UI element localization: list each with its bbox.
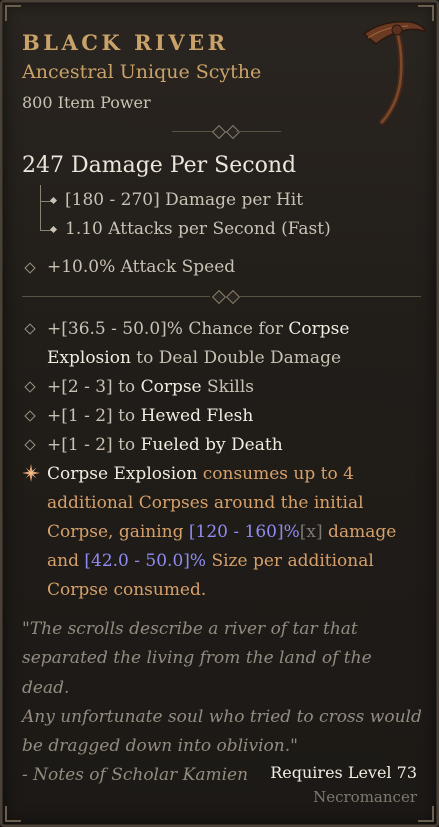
section-divider — [22, 124, 421, 140]
stat-tree-line — [40, 185, 41, 231]
section-divider — [22, 289, 421, 305]
item-tooltip: BLACK RIVER Ancestral Unique Scythe 800 … — [0, 0, 439, 827]
flavor-line: "The scrolls describe a river of tar tha… — [22, 619, 358, 639]
affix-bullet-icon — [24, 262, 36, 274]
unique-power-line: Corpse Explosion consumes up to 4 — [47, 464, 354, 484]
affix-bullet-icon — [24, 323, 36, 335]
affix-bullet-icon — [24, 381, 36, 393]
damage-per-hit: [180 - 270] Damage per Hit — [65, 190, 304, 210]
corner-ornament — [5, 806, 21, 822]
unique-power-line: Corpse, gaining [120 - 160]%[x] damage — [47, 522, 397, 542]
stat-tree-dot — [49, 196, 58, 205]
attacks-per-second: 1.10 Attacks per Second (Fast) — [65, 219, 331, 239]
item-name: BLACK RIVER — [22, 30, 229, 55]
damage-per-second: 247 Damage Per Second — [22, 153, 297, 178]
unique-power-line: Corpse consumed. — [47, 580, 207, 600]
affix-fueled-by-death: +[1 - 2] to Fueled by Death — [47, 435, 283, 455]
unique-power-line: and [42.0 - 50.0]% Size per additional — [47, 551, 374, 571]
implicit-affix: +10.0% Attack Speed — [47, 257, 236, 277]
item-type: Ancestral Unique Scythe — [22, 61, 262, 83]
flavor-line: be dragged down into oblivion." — [22, 736, 298, 757]
flavor-line: separated the living from the land of th… — [22, 648, 372, 698]
unique-power-line: additional Corpses around the initial — [47, 493, 364, 513]
corner-ornament — [418, 806, 434, 822]
item-power: 800 Item Power — [22, 93, 151, 112]
affix-corpse-explosion-chance: +[36.5 - 50.0]% Chance for Corpse — [47, 319, 350, 339]
affix-corpse-explosion-chance-cont: Explosion to Deal Double Damage — [47, 348, 342, 368]
flavor-line: Any unfortunate soul who tried to cross … — [22, 706, 422, 727]
affix-corpse-skills: +[2 - 3] to Corpse Skills — [47, 377, 255, 397]
unique-power-star-icon — [22, 464, 40, 482]
stat-tree-dot — [49, 225, 58, 234]
affix-hewed-flesh: +[1 - 2] to Hewed Flesh — [47, 406, 254, 426]
scythe-icon — [362, 21, 428, 125]
affix-bullet-icon — [24, 439, 36, 451]
corner-ornament — [5, 5, 21, 21]
affix-bullet-icon — [24, 410, 36, 422]
level-requirement: Requires Level 73 — [270, 763, 417, 782]
class-requirement: Necromancer — [313, 788, 417, 806]
